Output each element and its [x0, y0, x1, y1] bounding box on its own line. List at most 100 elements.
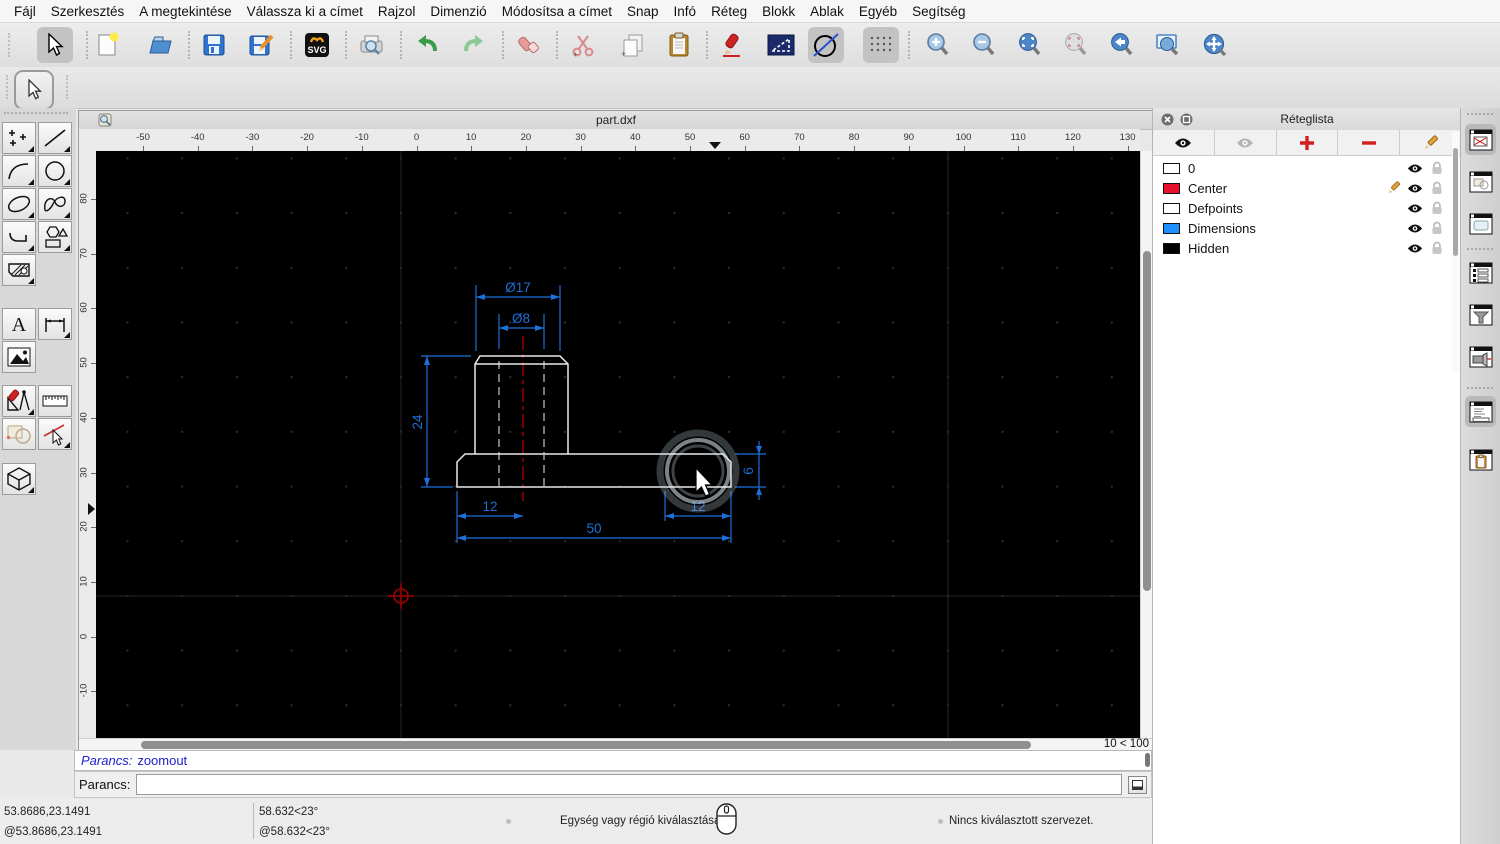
grid-toggle-button[interactable] — [863, 27, 899, 63]
ellipse-tool-button[interactable] — [2, 188, 36, 220]
menu-item-5[interactable]: Rajzol — [378, 4, 416, 19]
zoom-in-button[interactable] — [920, 27, 956, 63]
deselect-tool-button[interactable] — [38, 418, 72, 450]
dimension-tool-button[interactable] — [38, 308, 72, 340]
redo-button[interactable] — [456, 27, 492, 63]
polyline-tool-button[interactable] — [2, 221, 36, 253]
command-keyboard-button[interactable] — [1128, 775, 1147, 794]
menu-item-11[interactable]: Blokk — [762, 4, 795, 19]
layer-lock-icon[interactable] — [1431, 241, 1443, 255]
select-arrow-button[interactable] — [37, 27, 73, 63]
block-list-dock-button[interactable] — [1465, 166, 1496, 197]
spline-tool-button[interactable] — [38, 188, 72, 220]
menu-item-13[interactable]: Egyéb — [859, 4, 897, 19]
close-panel-icon[interactable] — [1161, 113, 1174, 126]
panel-scrollbar[interactable] — [1452, 132, 1459, 372]
menu-item-12[interactable]: Ablak — [810, 4, 844, 19]
menu-item-2[interactable]: Szerkesztés — [51, 4, 125, 19]
filter-dock-button[interactable] — [1465, 299, 1496, 330]
show-all-layers-button[interactable] — [1153, 130, 1215, 155]
command-input[interactable] — [136, 774, 1122, 795]
copy-button[interactable]: + — [615, 27, 651, 63]
float-panel-icon[interactable] — [1180, 113, 1193, 126]
layer-color-swatch[interactable] — [1163, 182, 1180, 194]
zoom-selection-button[interactable] — [1058, 27, 1094, 63]
layer-lock-icon[interactable] — [1431, 201, 1443, 215]
layer-color-swatch[interactable] — [1163, 162, 1180, 174]
undo-button[interactable] — [409, 27, 445, 63]
menu-item-6[interactable]: Dimenzió — [430, 4, 486, 19]
drawing-window-titlebar[interactable]: part.dxf — [79, 111, 1153, 130]
export-svg-button[interactable]: SVG — [299, 27, 335, 63]
menu-item-3[interactable]: A megtekintése — [139, 4, 231, 19]
cut-button[interactable]: + — [565, 27, 601, 63]
arc-tool-button[interactable] — [2, 155, 36, 187]
command-widget-dock-button[interactable] — [1465, 396, 1496, 427]
line-tool-button[interactable] — [38, 122, 72, 154]
layer-lock-icon[interactable] — [1431, 161, 1443, 175]
layer-row-hidden[interactable]: Hidden — [1153, 238, 1453, 258]
zoom-out-button[interactable] — [966, 27, 1002, 63]
text-tool-button[interactable]: A — [2, 308, 36, 340]
layer-row-center[interactable]: Center — [1153, 178, 1453, 198]
draw-pencil-button[interactable] — [715, 27, 751, 63]
remove-layer-button[interactable] — [1338, 130, 1401, 155]
pen-palette-dock-button[interactable] — [1465, 341, 1496, 372]
draft-mode-button[interactable] — [808, 27, 844, 63]
zoom-auto-button[interactable] — [1012, 27, 1048, 63]
pointer-tool-button[interactable] — [14, 70, 54, 110]
layer-color-swatch[interactable] — [1163, 202, 1180, 214]
image-tool-button[interactable] — [2, 341, 36, 373]
scrollbar-thumb[interactable] — [141, 741, 1031, 749]
layer-visible-eye-icon[interactable] — [1407, 223, 1423, 234]
drawing-canvas[interactable]: Ø17 Ø8 24 12 12 50 6 — [96, 151, 1140, 738]
menu-item-10[interactable]: Réteg — [711, 4, 747, 19]
layer-row-0[interactable]: 0 — [1153, 158, 1453, 178]
layer-visible-eye-icon[interactable] — [1407, 203, 1423, 214]
print-preview-button[interactable] — [354, 27, 390, 63]
menu-item-7[interactable]: Módosítsa a címet — [502, 4, 612, 19]
layer-visible-eye-icon[interactable] — [1407, 183, 1423, 194]
circle-tool-button[interactable] — [38, 155, 72, 187]
vruler-label: 10 — [79, 576, 90, 587]
menu-item-14[interactable]: Segítség — [912, 4, 965, 19]
open-button[interactable] — [142, 27, 178, 63]
dimension-style-button[interactable] — [763, 27, 799, 63]
modify-tool-button[interactable] — [2, 385, 36, 417]
library-browser-dock-button[interactable] — [1465, 208, 1496, 239]
points-tool-button[interactable] — [2, 122, 36, 154]
pan-button[interactable] — [1196, 27, 1232, 63]
add-layer-button[interactable] — [1277, 130, 1339, 155]
layer-row-defpoints[interactable]: Defpoints — [1153, 198, 1453, 218]
hatch-tool-button[interactable] — [2, 254, 36, 286]
layer-row-dimensions[interactable]: Dimensions — [1153, 218, 1453, 238]
measure-tool-button[interactable] — [38, 385, 72, 417]
shapes-tool-button[interactable] — [38, 221, 72, 253]
scrollbar-thumb[interactable] — [1453, 148, 1458, 256]
save-as-button[interactable] — [244, 27, 280, 63]
layer-list-dock-button[interactable] — [1465, 124, 1496, 155]
entity-list-dock-button[interactable] — [1465, 257, 1496, 288]
zoom-previous-button[interactable] — [1104, 27, 1140, 63]
menu-item-9[interactable]: Infó — [674, 4, 697, 19]
save-button[interactable] — [196, 27, 232, 63]
layer-visible-eye-icon[interactable] — [1407, 243, 1423, 254]
layer-lock-icon[interactable] — [1431, 181, 1443, 195]
menu-item-8[interactable]: Snap — [627, 4, 659, 19]
layer-color-swatch[interactable] — [1163, 242, 1180, 254]
menu-item-4[interactable]: Válassza ki a címet — [247, 4, 363, 19]
menu-item-1[interactable]: Fájl — [14, 4, 36, 19]
scrollbar-thumb[interactable] — [1143, 251, 1151, 591]
new-document-button[interactable] — [90, 27, 126, 63]
zoom-window-button[interactable] — [1150, 27, 1186, 63]
edit-shapes-tool-button[interactable] — [2, 418, 36, 450]
layer-visible-eye-icon[interactable] — [1407, 163, 1423, 174]
delete-button[interactable] — [512, 27, 548, 63]
history-scrollbar-thumb[interactable] — [1145, 753, 1150, 767]
cube-3d-tool-button[interactable] — [2, 463, 36, 495]
clipboard-dock-button[interactable] — [1465, 444, 1496, 475]
layer-color-swatch[interactable] — [1163, 222, 1180, 234]
paste-button[interactable] — [661, 27, 697, 63]
layer-lock-icon[interactable] — [1431, 221, 1443, 235]
hide-all-layers-button[interactable] — [1215, 130, 1277, 155]
